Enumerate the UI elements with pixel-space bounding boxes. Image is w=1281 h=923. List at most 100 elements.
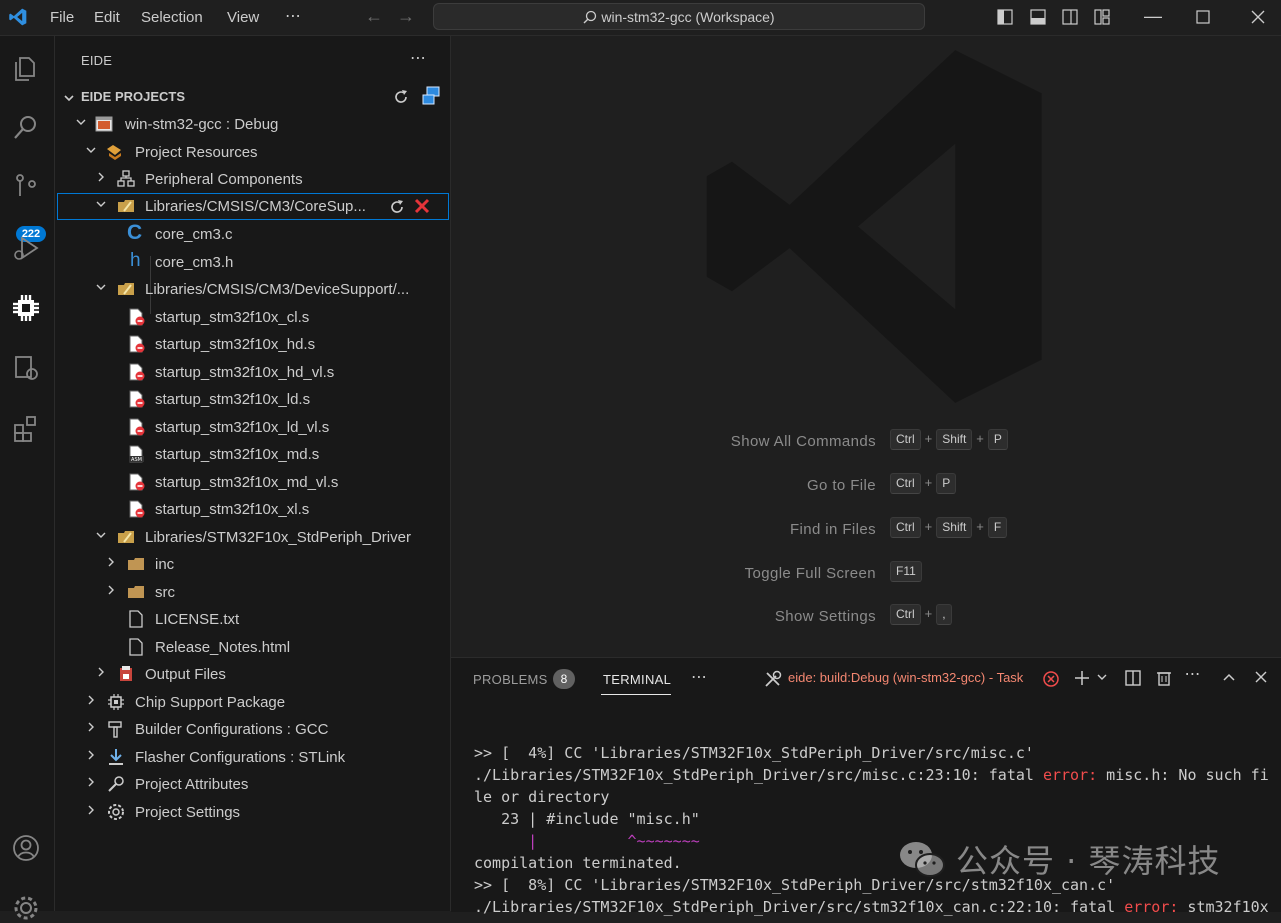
search-sidebar-icon[interactable]	[11, 112, 41, 142]
tree-item-label: Release_Notes.html	[155, 639, 291, 656]
eide-chip-icon[interactable]	[11, 293, 41, 323]
watermark-text: 公众号 · 琴涛科技	[956, 842, 1221, 880]
tree-item-project-attributes[interactable]: Project Attributes	[55, 771, 450, 798]
task-label[interactable]: eide: build:Debug (win-stm32-gcc) - Task	[788, 670, 1023, 685]
eide-projects-header[interactable]: EIDE PROJECTS	[55, 86, 450, 108]
menu-selection[interactable]: Selection	[141, 9, 203, 26]
accounts-icon[interactable]	[11, 833, 41, 863]
add-terminal-icon[interactable]	[1073, 669, 1091, 687]
hint-label: Show All Commands	[730, 433, 876, 450]
remote-explorer-icon[interactable]	[11, 353, 41, 383]
split-terminal-icon[interactable]	[1124, 669, 1142, 687]
refresh-icon[interactable]	[392, 88, 410, 106]
menu-file[interactable]: File	[50, 9, 74, 26]
hint-keys: Ctrl +,	[890, 604, 952, 625]
folder-icon	[128, 558, 144, 570]
forward-arrow-icon[interactable]: →	[397, 6, 415, 27]
vscode-logo-icon[interactable]	[8, 7, 28, 27]
tree-item-release-notes[interactable]: Release_Notes.html	[55, 634, 450, 661]
terminal-error-text: error:	[1124, 898, 1179, 916]
tree-item-output-files[interactable]: Output Files	[55, 661, 450, 688]
minimize-icon[interactable]: —	[1144, 6, 1162, 27]
refresh-icon[interactable]	[388, 198, 406, 216]
tree-item-cmsis-coresupport[interactable]: Libraries/CMSIS/CM3/CoreSup...	[57, 193, 449, 220]
close-icon[interactable]	[1251, 10, 1265, 24]
tree-item-license[interactable]: LICENSE.txt	[55, 606, 450, 633]
active-tab-indicator	[601, 694, 671, 695]
key: F	[987, 517, 1008, 538]
tree-item-startup-xl[interactable]: startup_stm32f10x_xl.s	[55, 496, 450, 523]
chevron-right-icon	[88, 805, 94, 815]
toggle-secondary-sidebar-icon[interactable]	[1062, 9, 1078, 25]
sidebar-more-button[interactable]: ⋯	[410, 48, 427, 68]
tree-item-label: Chip Support Package	[135, 694, 286, 711]
tree-item-project[interactable]: win-stm32-gcc : Debug	[55, 111, 450, 138]
download-icon	[109, 749, 123, 765]
terminal-error-text: error:	[1042, 766, 1098, 784]
asm-file-icon: ASM	[129, 445, 144, 463]
tree-item-inc[interactable]: inc	[55, 551, 450, 578]
chevron-down-icon[interactable]	[1096, 673, 1108, 683]
tree-item-peripheral-components[interactable]: Peripheral Components	[55, 166, 450, 193]
remove-icon[interactable]	[414, 198, 430, 214]
tree-item-label: Peripheral Components	[145, 171, 303, 188]
maximize-panel-icon[interactable]	[1222, 672, 1236, 682]
hint-show-all-commands: Show All Commands Ctrl + Shift + P	[451, 429, 1281, 453]
tree-item-label: startup_stm32f10x_md_vl.s	[155, 474, 339, 491]
tab-terminal[interactable]: TERMINAL	[603, 672, 671, 687]
source-control-icon[interactable]	[11, 172, 41, 202]
tree-item-core-cm3-h[interactable]: h core_cm3.h	[55, 249, 450, 276]
explorer-icon[interactable]	[11, 52, 41, 82]
terminal-more-icon[interactable]: ⋯	[1184, 666, 1202, 684]
tab-problems[interactable]: PROBLEMS	[473, 672, 548, 687]
tree-item-startup-ld[interactable]: startup_stm32f10x_ld.s	[55, 386, 450, 413]
search-icon	[583, 10, 597, 24]
excluded-file-icon	[129, 308, 145, 326]
tree-item-startup-hd-vl[interactable]: startup_stm32f10x_hd_vl.s	[55, 359, 450, 386]
tree-item-startup-md-vl[interactable]: startup_stm32f10x_md_vl.s	[55, 469, 450, 496]
tree-item-core-cm3-c[interactable]: C core_cm3.c	[55, 221, 450, 248]
menu-view[interactable]: View	[227, 9, 259, 26]
maximize-icon[interactable]	[1196, 10, 1210, 24]
tree-item-startup-hd[interactable]: startup_stm32f10x_hd.s	[55, 331, 450, 358]
chevron-right-icon	[108, 585, 114, 595]
chip-icon	[108, 694, 124, 710]
tree-item-cmsis-devicesupport[interactable]: Libraries/CMSIS/CM3/DeviceSupport/...	[55, 276, 450, 303]
tree-item-startup-md[interactable]: ASM startup_stm32f10x_md.s	[55, 441, 450, 468]
tree-item-chip-support[interactable]: Chip Support Package	[55, 689, 450, 716]
toggle-primary-sidebar-icon[interactable]	[997, 9, 1013, 25]
hint-keys: Ctrl + Shift + P	[890, 429, 1008, 450]
extensions-icon[interactable]	[11, 413, 41, 443]
tree-item-builder-config[interactable]: Builder Configurations : GCC	[55, 716, 450, 743]
command-center[interactable]: win-stm32-gcc (Workspace)	[433, 3, 925, 30]
tree-item-label: Builder Configurations : GCC	[135, 721, 329, 738]
tree-item-startup-ld-vl[interactable]: startup_stm32f10x_ld_vl.s	[55, 414, 450, 441]
wechat-icon	[900, 842, 945, 877]
tree-item-flasher-config[interactable]: Flasher Configurations : STLink	[55, 744, 450, 771]
tree-item-src[interactable]: src	[55, 579, 450, 606]
customize-layout-icon[interactable]	[1094, 9, 1110, 25]
panel-more-button[interactable]: ⋯	[691, 667, 707, 687]
terminal-line: ./Libraries/STM32F10x_StdPeriph_Driver/s…	[474, 764, 1274, 786]
tree-item-project-settings[interactable]: Project Settings	[55, 799, 450, 826]
close-panel-icon[interactable]	[1254, 670, 1268, 684]
tree-item-project-resources[interactable]: Project Resources	[55, 139, 450, 166]
file-icon	[129, 638, 143, 656]
folder-lib-icon	[118, 531, 134, 543]
back-arrow-icon[interactable]: ←	[365, 6, 383, 27]
chevron-right-icon	[98, 667, 104, 677]
excluded-file-icon	[129, 335, 145, 353]
menu-edit[interactable]: Edit	[94, 9, 120, 26]
manage-gear-icon[interactable]	[11, 893, 41, 923]
chevron-down-icon	[86, 147, 96, 153]
terminal-output[interactable]: >> [ 4%] CC 'Libraries/STM32F10x_StdPeri…	[474, 742, 1274, 918]
tree-item-stdperiph-driver[interactable]: Libraries/STM32F10x_StdPeriph_Driver	[55, 524, 450, 551]
trash-icon[interactable]	[1155, 669, 1173, 687]
toggle-panel-icon[interactable]	[1030, 9, 1046, 25]
run-debug-icon[interactable]	[11, 233, 41, 263]
tree-item-startup-cl[interactable]: startup_stm32f10x_cl.s	[55, 304, 450, 331]
tree-item-label: startup_stm32f10x_hd_vl.s	[155, 364, 335, 381]
tree-item-label: Project Settings	[135, 804, 241, 821]
workspace-icon[interactable]	[421, 86, 441, 106]
menu-more[interactable]: ⋯	[285, 6, 301, 26]
